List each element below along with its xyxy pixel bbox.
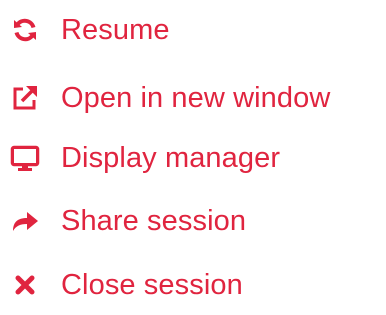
menu-item-label: Resume: [61, 13, 170, 46]
menu-item-close-session[interactable]: Close session: [0, 260, 380, 310]
external-link-icon: [10, 83, 40, 113]
monitor-icon: [10, 143, 40, 173]
menu-item-display-manager[interactable]: Display manager: [0, 133, 380, 183]
menu-item-open-in-new-window[interactable]: Open in new window: [0, 73, 380, 123]
refresh-icon: [10, 15, 40, 45]
close-icon: [10, 270, 40, 300]
share-arrow-icon: [10, 206, 40, 236]
menu-item-share-session[interactable]: Share session: [0, 196, 380, 246]
menu-item-label: Close session: [61, 268, 243, 301]
menu-item-resume[interactable]: Resume: [0, 5, 380, 55]
menu-item-label: Share session: [61, 204, 247, 237]
menu-item-label: Display manager: [61, 141, 281, 174]
session-context-menu: Resume Open in new window Display manage…: [0, 0, 386, 315]
menu-item-label: Open in new window: [61, 81, 331, 114]
